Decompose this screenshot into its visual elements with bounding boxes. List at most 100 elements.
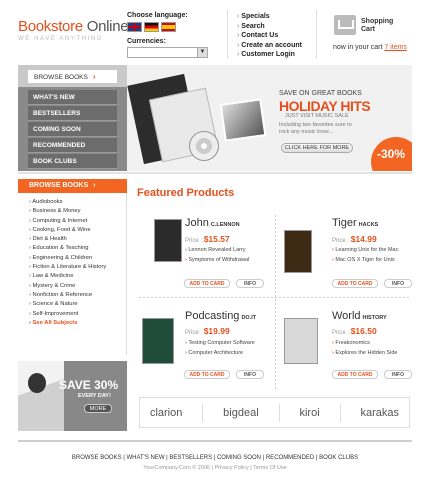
nav-whats-new[interactable]: WHAT'S NEW — [28, 90, 117, 105]
nav-browse-books[interactable]: BROWSE BOOKS — [28, 70, 117, 83]
nav-coming-soon[interactable]: COMING SOON — [28, 122, 117, 137]
product-price: Price : $16.50 — [332, 326, 377, 336]
link-search[interactable]: Search — [237, 22, 302, 32]
product-name: Podcasting — [185, 310, 240, 322]
hero-photo — [219, 98, 267, 142]
product-bullet[interactable]: Freakonomics — [332, 339, 397, 349]
footer-divider — [18, 440, 412, 442]
brand-logo-karakas[interactable]: karakas — [360, 407, 399, 419]
browse-books-list: Audiobooks Business & Money Computing & … — [18, 193, 127, 355]
footer-links[interactable]: BROWSE BOOKS | WHAT'S NEW | BESTSELLERS … — [0, 455, 430, 461]
add-to-cart-button[interactable]: ADD TO CARD — [332, 370, 378, 379]
product-name: Tiger — [332, 217, 357, 229]
brand-logo-bigdeal[interactable]: bigdeal — [223, 407, 258, 419]
see-all-subjects-link[interactable]: See All Subjects — [29, 319, 126, 328]
flag-spanish-icon[interactable] — [161, 22, 176, 32]
info-button[interactable]: INFO — [236, 279, 264, 288]
link-customer-login[interactable]: Customer Login — [237, 50, 302, 60]
category-item[interactable]: Education & Teaching — [29, 244, 126, 253]
product-bullet[interactable]: Lennon Revealed Larry — [185, 246, 249, 256]
discount-badge: -30% — [371, 137, 412, 171]
product-suffix: HISTORY — [362, 315, 387, 321]
category-item[interactable]: Science & Nature — [29, 300, 126, 309]
flag-english-icon[interactable] — [127, 22, 142, 32]
promo-subtitle: EVERY DAY! — [78, 393, 111, 399]
brand-logo-clarion[interactable]: clarion — [150, 407, 182, 419]
flag-german-icon[interactable] — [144, 22, 159, 32]
info-button[interactable]: INFO — [384, 370, 412, 379]
top-links: Specials Search Contact Us Create an acc… — [237, 12, 302, 60]
price-label: Price : — [185, 330, 203, 336]
link-specials[interactable]: Specials — [237, 12, 302, 22]
product-title[interactable]: John C.LENNON — [185, 217, 240, 229]
add-to-cart-button[interactable]: ADD TO CARD — [332, 279, 378, 288]
currencies-label: Currencies: — [127, 38, 166, 45]
category-item[interactable]: Law & Medicine — [29, 272, 126, 281]
product-title[interactable]: Tiger HACKS — [332, 217, 378, 229]
promo-image — [18, 361, 64, 431]
link-create-account[interactable]: Create an account — [237, 41, 302, 51]
add-to-cart-button[interactable]: ADD TO CARD — [184, 370, 230, 379]
product-cover-image[interactable] — [154, 219, 182, 262]
nav-book-clubs[interactable]: BOOK CLUBS — [28, 154, 117, 169]
category-item[interactable]: Audiobooks — [29, 198, 126, 207]
product-bullet[interactable]: Computer Architecture — [185, 349, 255, 359]
add-to-cart-button[interactable]: ADD TO CARD — [184, 279, 230, 288]
product-bullet[interactable]: Symptoms of Withdrawal — [185, 256, 249, 266]
product-bullet[interactable]: Testing Computer Software — [185, 339, 254, 349]
logo-tagline: WE HAVE ANYTHING — [18, 36, 104, 42]
browse-books-header[interactable]: BROWSE BOOKS — [18, 179, 127, 193]
product-title[interactable]: World HISTORY — [332, 310, 387, 322]
product-bullet[interactable]: Mac OS X Tiger for Unix — [332, 256, 398, 266]
category-item[interactable]: Business & Money — [29, 207, 126, 216]
hero-description: Including two favorites sure to rock any… — [279, 122, 352, 135]
product-cover-image[interactable] — [142, 318, 174, 364]
brand-logo-kiroi[interactable]: kiroi — [299, 407, 319, 419]
link-contact-us[interactable]: Contact Us — [237, 31, 302, 41]
price-value: $14.99 — [350, 234, 377, 244]
category-item[interactable]: Engineering & Children — [29, 254, 126, 263]
product-price: Price : $15.57 — [185, 234, 230, 244]
product-cover-image[interactable] — [284, 318, 318, 364]
product-suffix: DO.IT — [241, 315, 257, 321]
category-item[interactable]: Nonfiction & Reference — [29, 291, 126, 300]
cart-title-line1: Shopping — [361, 18, 394, 25]
promo-more-button[interactable]: MORE — [84, 404, 112, 413]
header-divider — [227, 10, 228, 58]
nav-bestsellers[interactable]: BESTSELLERS — [28, 106, 117, 121]
promo-title: SAVE 30% — [59, 378, 119, 392]
category-item[interactable]: Diet & Health — [29, 235, 126, 244]
cd-icon — [189, 131, 219, 161]
info-button[interactable]: INFO — [236, 370, 264, 379]
product-title[interactable]: Podcasting DO.IT — [185, 310, 256, 322]
product-bullet[interactable]: Learning Unix for the Mac — [332, 246, 398, 256]
nav-recommended[interactable]: RECOMMENDED — [28, 138, 117, 153]
brand-strip: clarion bigdeal kiroi karakas — [139, 397, 410, 428]
shopping-cart-icon[interactable] — [334, 15, 356, 35]
price-value: $19.99 — [203, 326, 230, 336]
section-divider — [18, 172, 412, 174]
main-nav: WHAT'S NEW BESTSELLERS COMING SOON RECOM… — [18, 87, 127, 171]
chevron-down-icon[interactable]: ▼ — [197, 48, 207, 57]
category-item[interactable]: Cooking, Food & Wine — [29, 226, 126, 235]
hero-more-button[interactable]: CLICK HERE FOR MORE — [281, 143, 353, 153]
logo-main: Bookstore — [18, 18, 83, 35]
product-name: World — [332, 310, 361, 322]
save-promo[interactable]: SAVE 30% EVERY DAY! MORE — [18, 361, 127, 431]
category-item[interactable]: Self-Improvement — [29, 310, 126, 319]
category-item[interactable]: Computing & Internet — [29, 217, 126, 226]
cart-count-link[interactable]: 7 items — [384, 44, 407, 51]
category-item[interactable]: Fiction & Literature & History — [29, 263, 126, 272]
category-item[interactable]: Mystery & Crime — [29, 282, 126, 291]
currency-select[interactable]: ▼ — [127, 47, 208, 58]
price-value: $16.50 — [350, 326, 377, 336]
product-cover-image[interactable] — [284, 230, 312, 273]
info-button[interactable]: INFO — [384, 279, 412, 288]
hero-banner[interactable]: SAVE ON GREAT BOOKS HOLIDAY HITS JUST VI… — [127, 65, 412, 171]
price-label: Price : — [332, 238, 350, 244]
site-logo[interactable]: Bookstore Online — [18, 18, 129, 35]
product-bullets: Lennon Revealed Larry Symptoms of Withdr… — [185, 246, 249, 265]
language-flags — [127, 22, 176, 32]
cart-title[interactable]: Shopping Cart — [361, 18, 393, 34]
product-bullet[interactable]: Explores the Hidden Side — [332, 349, 397, 359]
